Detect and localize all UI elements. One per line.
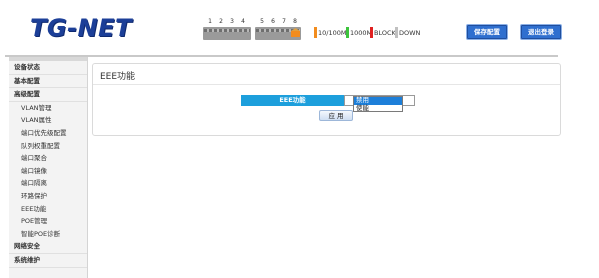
sidebar-item-loop-protection[interactable]: 环路保护 xyxy=(9,190,87,203)
save-config-button[interactable]: 保存配置 xyxy=(466,24,508,40)
sidebar-item-device-status[interactable]: 设备状态 xyxy=(9,61,87,75)
page-title: EEE功能 xyxy=(100,72,136,82)
sidebar-nav: 设备状态 基本配置 高级配置 VLAN管理 VLAN属性 端口优先级配置 队列权… xyxy=(9,57,88,278)
legend-label: BLOCK xyxy=(374,29,396,37)
logout-button[interactable]: 退出登录 xyxy=(520,24,562,40)
port-number: 6 xyxy=(271,18,275,25)
eee-settings-panel: EEE功能 EEE功能 禁用 使能 应 用 xyxy=(92,63,561,136)
sidebar-item-port-aggregation[interactable]: 端口聚合 xyxy=(9,152,87,165)
legend-swatch xyxy=(346,27,349,38)
sidebar-item-vlan-attributes[interactable]: VLAN属性 xyxy=(9,114,87,127)
port-number: 8 xyxy=(293,18,297,25)
port-number: 3 xyxy=(230,18,234,25)
legend-label: 10/100M xyxy=(318,29,347,37)
sidebar-item-port-isolation[interactable]: 端口隔离 xyxy=(9,177,87,190)
sidebar-item-port-priority[interactable]: 端口优先级配置 xyxy=(9,127,87,140)
sidebar-item-advanced-config[interactable]: 高级配置 xyxy=(9,88,87,102)
sidebar-item-poe-management[interactable]: POE管理 xyxy=(9,215,87,228)
sidebar-item-eee[interactable]: EEE功能 xyxy=(9,203,87,216)
legend-block: BLOCK xyxy=(370,27,396,39)
eee-option-enable[interactable]: 使能 xyxy=(354,104,402,113)
legend-swatch xyxy=(370,27,373,38)
legend-down: DOWN xyxy=(395,27,420,39)
port-number: 7 xyxy=(282,18,286,25)
sidebar-item-network-security[interactable]: 网络安全 xyxy=(9,240,87,254)
sidebar-item-port-mirroring[interactable]: 端口镜像 xyxy=(9,165,87,178)
title-divider xyxy=(93,84,560,85)
port-number: 5 xyxy=(260,18,264,25)
legend-10-100m: 10/100M xyxy=(314,27,346,39)
legend-swatch xyxy=(395,27,398,38)
port-number: 1 xyxy=(208,18,212,25)
apply-button[interactable]: 应 用 xyxy=(319,110,353,121)
eee-dropdown-list[interactable]: 禁用 使能 xyxy=(353,96,403,112)
sidebar-item-queue-weight[interactable]: 队列权重配置 xyxy=(9,140,87,153)
sidebar-item-system-maintenance[interactable]: 系统维护 xyxy=(9,254,87,268)
sidebar-item-vlan-management[interactable]: VLAN管理 xyxy=(9,102,87,115)
port-number: 2 xyxy=(219,18,223,25)
legend-swatch xyxy=(314,27,317,38)
legend-label: DOWN xyxy=(399,29,421,37)
legend-1000m: 1000M xyxy=(346,27,372,39)
port-number: 4 xyxy=(241,18,245,25)
sidebar-item-smart-poe-diagnosis[interactable]: 智能POE诊断 xyxy=(9,228,87,241)
legend-label: 1000M xyxy=(350,29,373,37)
port-warning-icon xyxy=(291,28,300,37)
tg-net-logo: TG-NET xyxy=(30,14,132,42)
port-group-1-4-icon xyxy=(203,27,251,40)
eee-field-label: EEE功能 xyxy=(241,95,344,106)
sidebar-item-basic-config[interactable]: 基本配置 xyxy=(9,75,87,89)
